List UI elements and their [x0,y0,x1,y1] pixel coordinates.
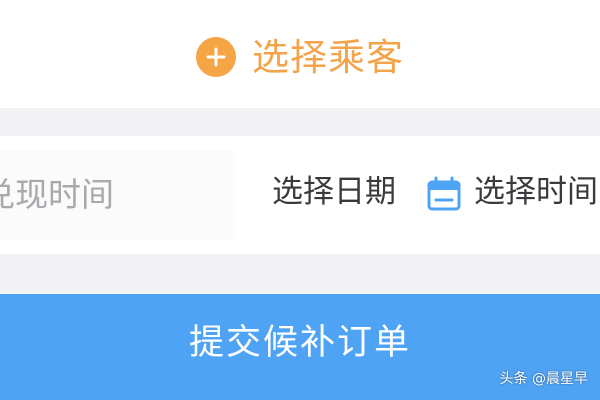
section-divider-bottom [0,254,600,294]
select-passenger-button[interactable]: 选择乘客 [0,16,600,98]
time-section: 兑现时间 选择日期 选择时间 [0,136,600,254]
plus-circle-icon [196,37,236,77]
section-divider [0,108,600,136]
select-time-picker[interactable]: 选择时间 [474,174,600,211]
watermark-text: 头条 @晨星早 [499,371,588,387]
select-passenger-label: 选择乘客 [252,35,404,79]
select-date-picker[interactable]: 选择日期 [272,174,396,211]
fulfillment-time-label: 兑现时间 [0,175,114,214]
passenger-section: 选择乘客 [0,0,600,108]
calendar-icon[interactable] [426,176,462,212]
fulfillment-time-field[interactable]: 兑现时间 [0,150,236,240]
submit-waitlist-order-label: 提交候补订单 [188,323,411,362]
